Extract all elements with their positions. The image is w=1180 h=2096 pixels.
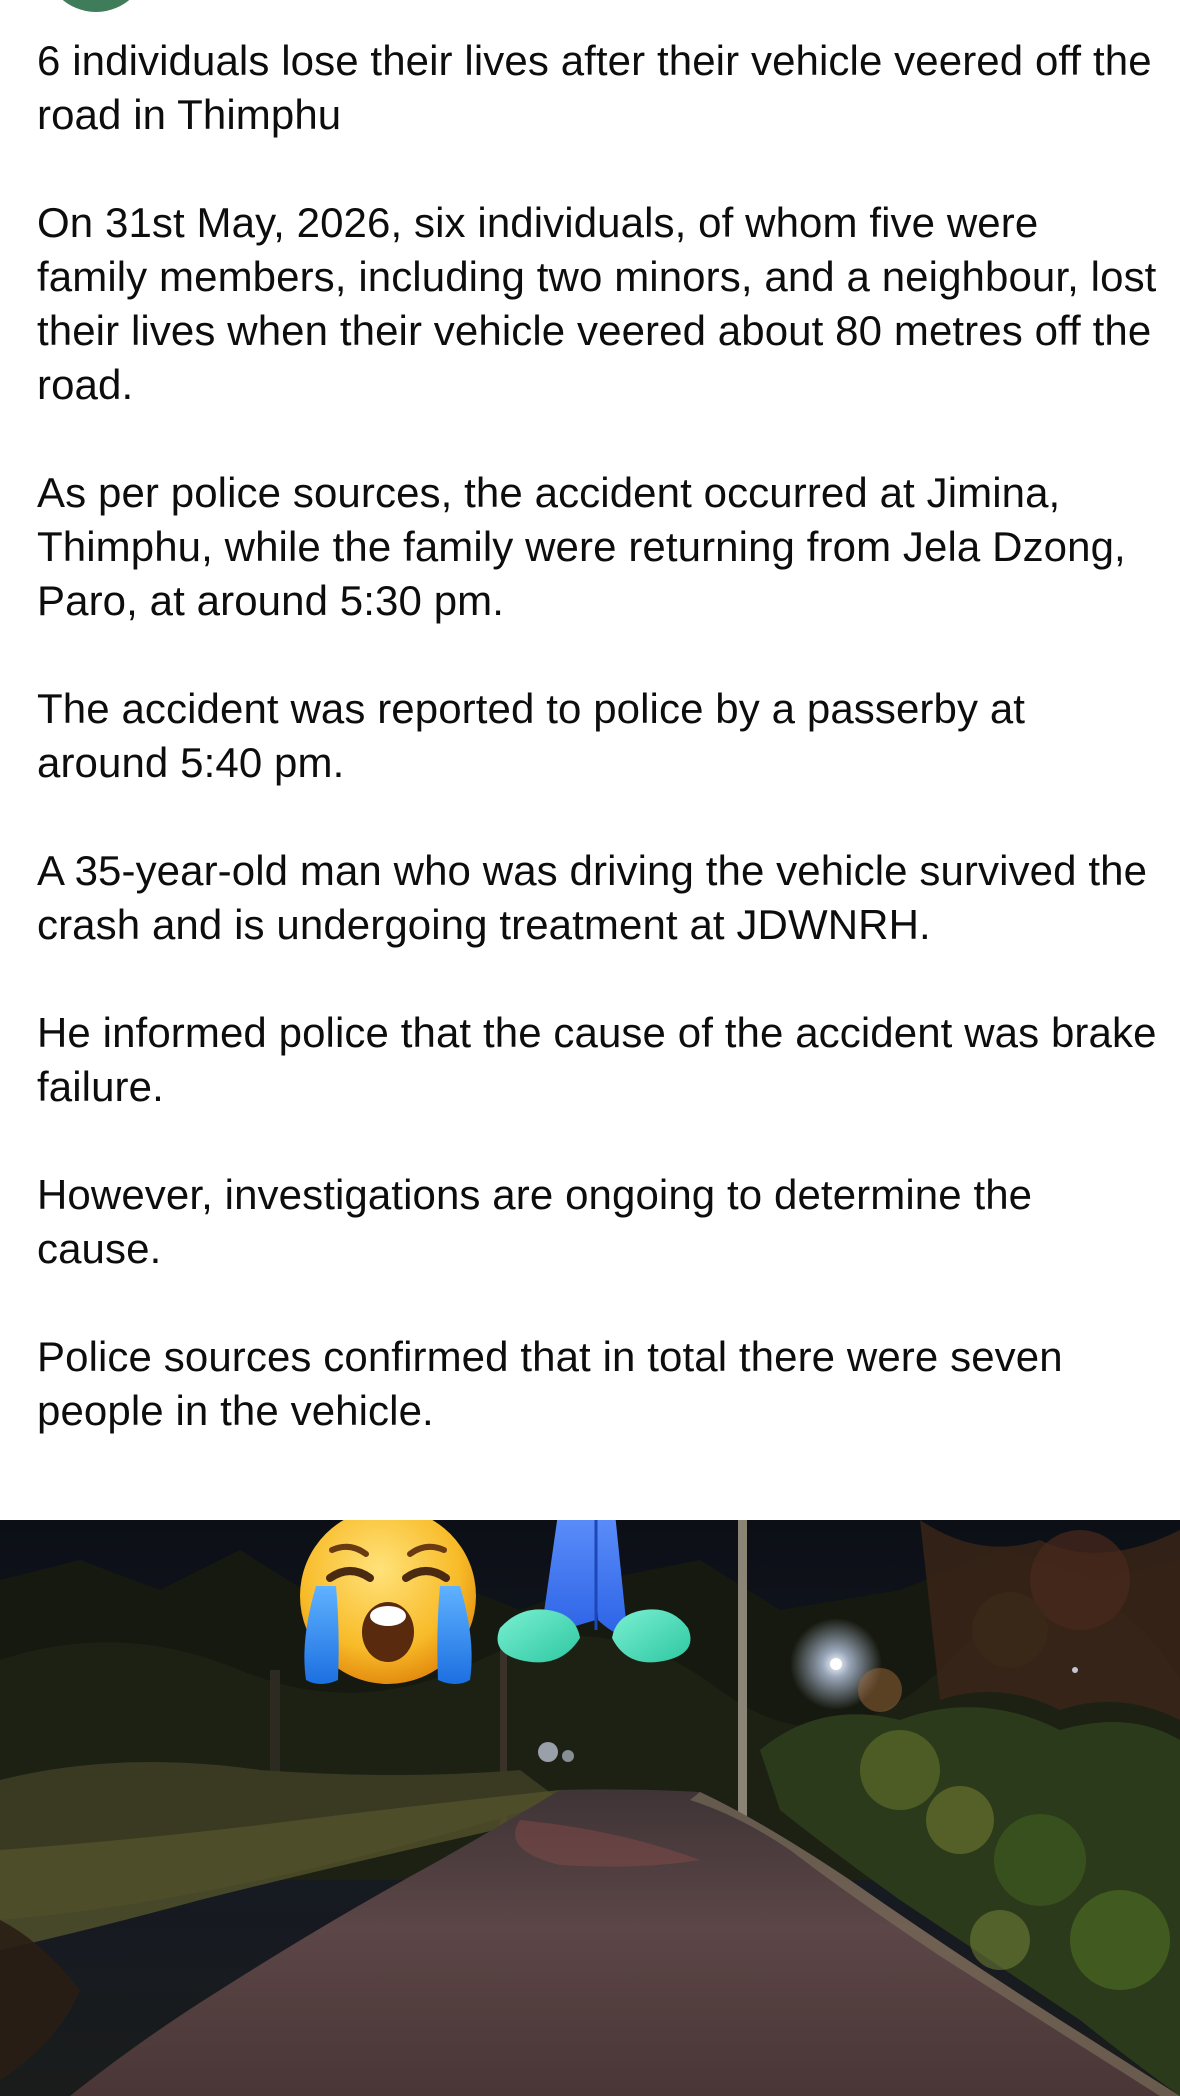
post-body: 6 individuals lose their lives after the… <box>37 34 1157 1438</box>
author-avatar[interactable] <box>44 0 148 12</box>
night-road-image <box>0 1520 1180 2096</box>
post-paragraph: He informed police that the cause of the… <box>37 1009 1157 1110</box>
post-headline: 6 individuals lose their lives after the… <box>37 37 1152 138</box>
post-paragraph: As per police sources, the accident occu… <box>37 469 1126 624</box>
post-paragraph: On 31st May, 2026, six individuals, of w… <box>37 199 1157 408</box>
loudly-crying-face-icon <box>300 1520 476 1684</box>
accident-site-photo[interactable] <box>0 1520 1180 2096</box>
post-paragraph: The accident was reported to police by a… <box>37 685 1026 786</box>
post-paragraph: A 35-year-old man who was driving the ve… <box>37 847 1148 948</box>
post-paragraph: Police sources confirmed that in total t… <box>37 1333 1063 1434</box>
post-paragraph: However, investigations are ongoing to d… <box>37 1171 1033 1272</box>
post-container: 6 individuals lose their lives after the… <box>0 0 1180 2096</box>
